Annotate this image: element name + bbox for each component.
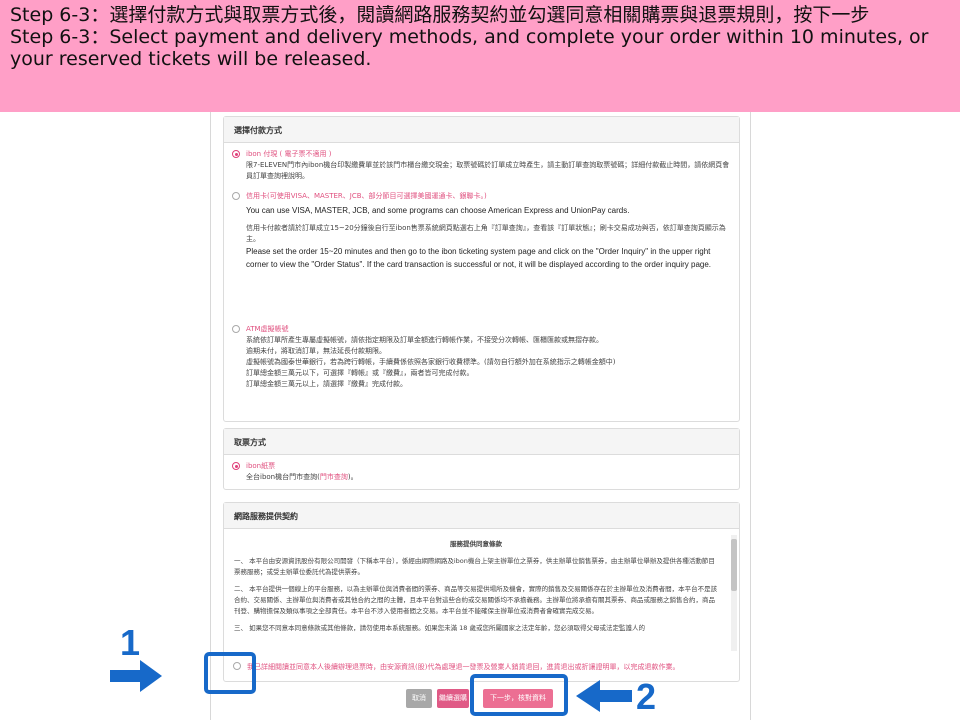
banner-line-en: Step 6-3：Select payment and delivery met… <box>10 26 929 70</box>
payment-option-ibon[interactable]: ibon 付現 ( 電子票不適用 ) 限7-ELEVEN門市內ibon機台印製繳… <box>232 149 732 182</box>
service-contract-header: 網路服務提供契約 <box>224 503 739 529</box>
payment-option-card-en1: You can use VISA, MASTER, JCB, and some … <box>246 206 630 215</box>
terms-paragraph: 三、 如果您不同意本同意條款或其他條款，請勿使用本系統服務。如果您未滿 18 歲… <box>234 624 645 632</box>
atm-line: 訂單總金額三萬元以下，可選擇『轉帳』或『繳費』，兩者皆可完成付款。 <box>246 369 474 377</box>
cancel-button[interactable]: 取消 <box>406 689 432 708</box>
delivery-desc-prefix: 全台ibon機台門市查詢( <box>246 473 320 481</box>
atm-line: 系統依訂單所產生專屬虛擬帳號，請依指定期限及訂單金額進行轉帳作業，不接受分次轉帳… <box>246 336 603 344</box>
atm-line: 虛擬帳號為國泰世華銀行，若為跨行轉帳，手續費係依照各家銀行收費標準。(請勿自行額… <box>246 358 616 366</box>
terms-scroll-box[interactable]: 服務提供同意條款 一、 本平台由安源資訊股份有限公司開發（下稱本平台），係經由網… <box>232 535 732 651</box>
order-page: 選擇付款方式 ibon 付現 ( 電子票不適用 ) 限7-ELEVEN門市內ib… <box>210 112 751 720</box>
instruction-banner: Step 6-3：選擇付款方式與取票方式後，閱讀網路服務契約並勾選同意相關購票與… <box>0 0 960 112</box>
checkbox-highlight-box <box>204 652 256 694</box>
payment-option-card-title: 信用卡(可使用VISA、MASTER、JCB、部分節目可選擇美國運通卡、銀聯卡。… <box>246 192 487 200</box>
payment-option-atm-title: ATM虛擬帳號 <box>246 325 289 333</box>
payment-option-card-en2: Please set the order 15~20 minutes and t… <box>246 247 712 269</box>
payment-option-atm[interactable]: ATM虛擬帳號 系統依訂單所產生專屬虛擬帳號，請依指定期限及訂單金額進行轉帳作業… <box>232 324 732 390</box>
radio-atm[interactable] <box>232 325 240 333</box>
payment-option-ibon-title: ibon 付現 ( 電子票不適用 ) <box>246 150 332 158</box>
store-lookup-link[interactable]: 門市查詢 <box>320 473 348 481</box>
continue-shopping-button[interactable]: 繼續選購 <box>437 689 469 708</box>
next-button-highlight-box <box>470 674 568 716</box>
payment-option-card-zh2: 信用卡付款者請於訂單成立15~20分鐘後自行至ibon售票系統網頁點選右上角『訂… <box>246 224 726 243</box>
delivery-method-header: 取票方式 <box>224 429 739 455</box>
radio-ibon-paper[interactable] <box>232 462 240 470</box>
agree-terms-row[interactable]: 我已詳細閱讀並同意本人後續辦理退票時，由安源資訊(股)代為處理退一發票及營業人銷… <box>233 662 733 672</box>
delivery-option-ibon[interactable]: ibon紙票 全台ibon機台門市查詢(門市查詢)。 <box>232 461 732 483</box>
delivery-desc-suffix: )。 <box>347 473 358 481</box>
payment-method-header: 選擇付款方式 <box>224 117 739 143</box>
terms-scrollbar-thumb[interactable] <box>731 539 737 591</box>
delivery-method-panel: 取票方式 ibon紙票 全台ibon機台門市查詢(門市查詢)。 <box>223 428 740 490</box>
payment-method-panel: 選擇付款方式 ibon 付現 ( 電子票不適用 ) 限7-ELEVEN門市內ib… <box>223 116 740 422</box>
arrow-left-icon <box>576 680 632 712</box>
terms-paragraph: 一、 本平台由安源資訊股份有限公司開發（下稱本平台），係經由網際網路及ibon機… <box>234 557 715 576</box>
terms-title: 服務提供同意條款 <box>450 540 502 548</box>
delivery-option-title: ibon紙票 <box>246 462 276 470</box>
service-contract-panel: 網路服務提供契約 服務提供同意條款 一、 本平台由安源資訊股份有限公司開發（下稱… <box>223 502 740 682</box>
atm-line: 逾期未付，將取消訂單，無法延長付款期限。 <box>246 347 386 355</box>
step-number-2: 2 <box>636 676 657 717</box>
arrow-right-icon <box>110 660 162 692</box>
payment-option-ibon-desc: 限7-ELEVEN門市內ibon機台印製繳費單並於該門市櫃台繳交現金；取票號碼於… <box>246 161 730 180</box>
payment-option-card[interactable]: 信用卡(可使用VISA、MASTER、JCB、部分節目可選擇美國運通卡、銀聯卡。… <box>232 191 732 271</box>
terms-paragraph: 二、 本平台提供一個線上的平台服務，以為主辦單位與消費者間的票券、商品等交易提供… <box>234 585 718 615</box>
banner-line-zh: Step 6-3：選擇付款方式與取票方式後，閱讀網路服務契約並勾選同意相關購票與… <box>10 4 870 26</box>
radio-card[interactable] <box>232 192 240 200</box>
radio-ibon[interactable] <box>232 150 240 158</box>
agree-terms-label: 我已詳細閱讀並同意本人後續辦理退票時，由安源資訊(股)代為處理退一發票及營業人銷… <box>247 663 680 671</box>
atm-line: 訂單總金額三萬元以上，請選擇『繳費』完成付款。 <box>246 380 407 388</box>
